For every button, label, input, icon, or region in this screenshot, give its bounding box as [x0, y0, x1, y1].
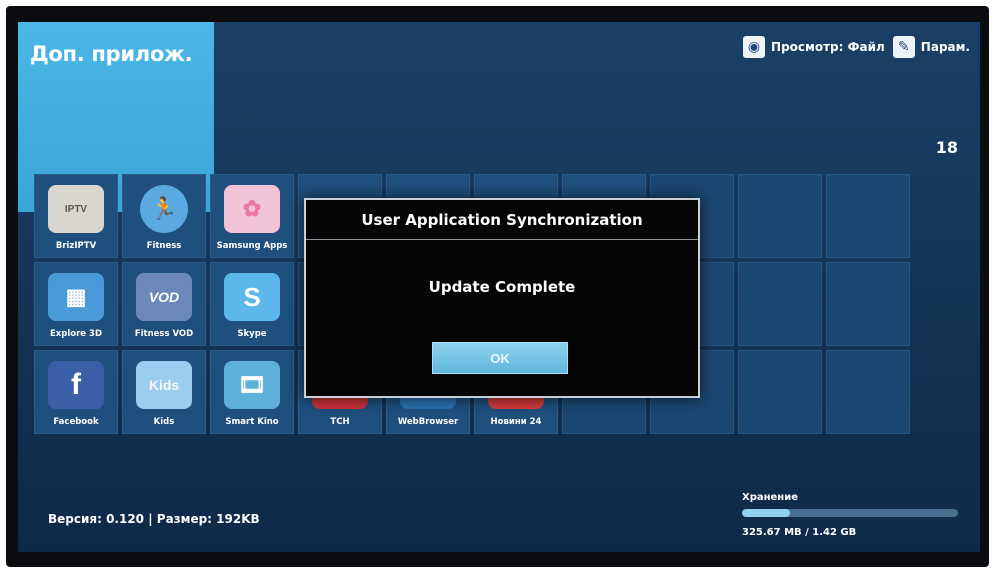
storage-value: 325.67 MB / 1.42 GB — [742, 527, 857, 538]
app-count: 18 — [935, 138, 958, 157]
storage-fill — [742, 509, 790, 517]
sync-dialog: User Application Synchronization Update … — [304, 198, 700, 398]
empty-slot — [738, 350, 822, 434]
samsung-apps-icon: ✿ — [224, 185, 280, 233]
app-label: Fitness — [146, 241, 182, 251]
app-label: Kids — [153, 417, 175, 427]
storage-bar — [742, 509, 958, 517]
dialog-message: Update Complete — [428, 278, 576, 296]
ok-button[interactable]: OK — [432, 342, 568, 374]
smart-kino-icon: 🎞 — [224, 361, 280, 409]
storage-panel: Хранение 325.67 MB / 1.42 GB — [742, 492, 962, 538]
app-label: Fitness VOD — [134, 329, 194, 339]
app-tile-smart-kino[interactable]: 🎞 Smart Kino — [210, 350, 294, 434]
app-tile-fitness-vod[interactable]: VOD Fitness VOD — [122, 262, 206, 346]
app-label: Smart Kino — [225, 417, 279, 427]
app-tile-skype[interactable]: S Skype — [210, 262, 294, 346]
app-tile-facebook[interactable]: f Facebook — [34, 350, 118, 434]
empty-slot — [826, 262, 910, 346]
kids-icon: Kids — [136, 361, 192, 409]
fitness-runner-icon: 🏃 — [140, 185, 188, 233]
empty-slot — [826, 350, 910, 434]
app-label: BrizIPTV — [55, 241, 97, 251]
app-tile-briziptv[interactable]: IPTV BrizIPTV — [34, 174, 118, 258]
app-label: Explore 3D — [49, 329, 102, 339]
view-file-button[interactable]: ◉ Просмотр: Файл — [743, 36, 885, 58]
disc-icon: ◉ — [743, 36, 766, 58]
empty-slot — [738, 174, 822, 258]
storage-label: Хранение — [742, 492, 799, 503]
empty-slot — [738, 262, 822, 346]
page-title: Доп. прилож. — [30, 42, 193, 66]
explore-3d-icon: ▦ — [48, 273, 104, 321]
version-size-info: Версия: 0.120 | Размер: 192KB — [48, 512, 260, 526]
app-label: WebBrowser — [397, 417, 459, 427]
params-label: Парам. — [920, 40, 970, 54]
app-tile-fitness[interactable]: 🏃 Fitness — [122, 174, 206, 258]
top-toolbar: ◉ Просмотр: Файл ✎ Парам. — [743, 36, 970, 58]
facebook-icon: f — [48, 361, 104, 409]
briziptv-icon: IPTV — [48, 185, 104, 233]
tv-screen: Доп. прилож. ◉ Просмотр: Файл ✎ Парам. 1… — [18, 22, 980, 552]
app-label: Skype — [237, 329, 267, 339]
fitness-vod-icon: VOD — [136, 273, 192, 321]
params-button[interactable]: ✎ Парам. — [892, 36, 970, 58]
app-tile-explore-3d[interactable]: ▦ Explore 3D — [34, 262, 118, 346]
app-label: Samsung Apps — [216, 241, 288, 251]
app-label: Новини 24 — [490, 417, 542, 427]
edit-icon: ✎ — [892, 36, 915, 58]
app-tile-kids[interactable]: Kids Kids — [122, 350, 206, 434]
app-label: TCH — [330, 417, 350, 427]
skype-icon: S — [224, 273, 280, 321]
empty-slot — [826, 174, 910, 258]
app-tile-samsung-apps[interactable]: ✿ Samsung Apps — [210, 174, 294, 258]
dialog-title: User Application Synchronization — [306, 200, 698, 240]
view-file-label: Просмотр: Файл — [771, 40, 885, 54]
app-label: Facebook — [53, 417, 99, 427]
